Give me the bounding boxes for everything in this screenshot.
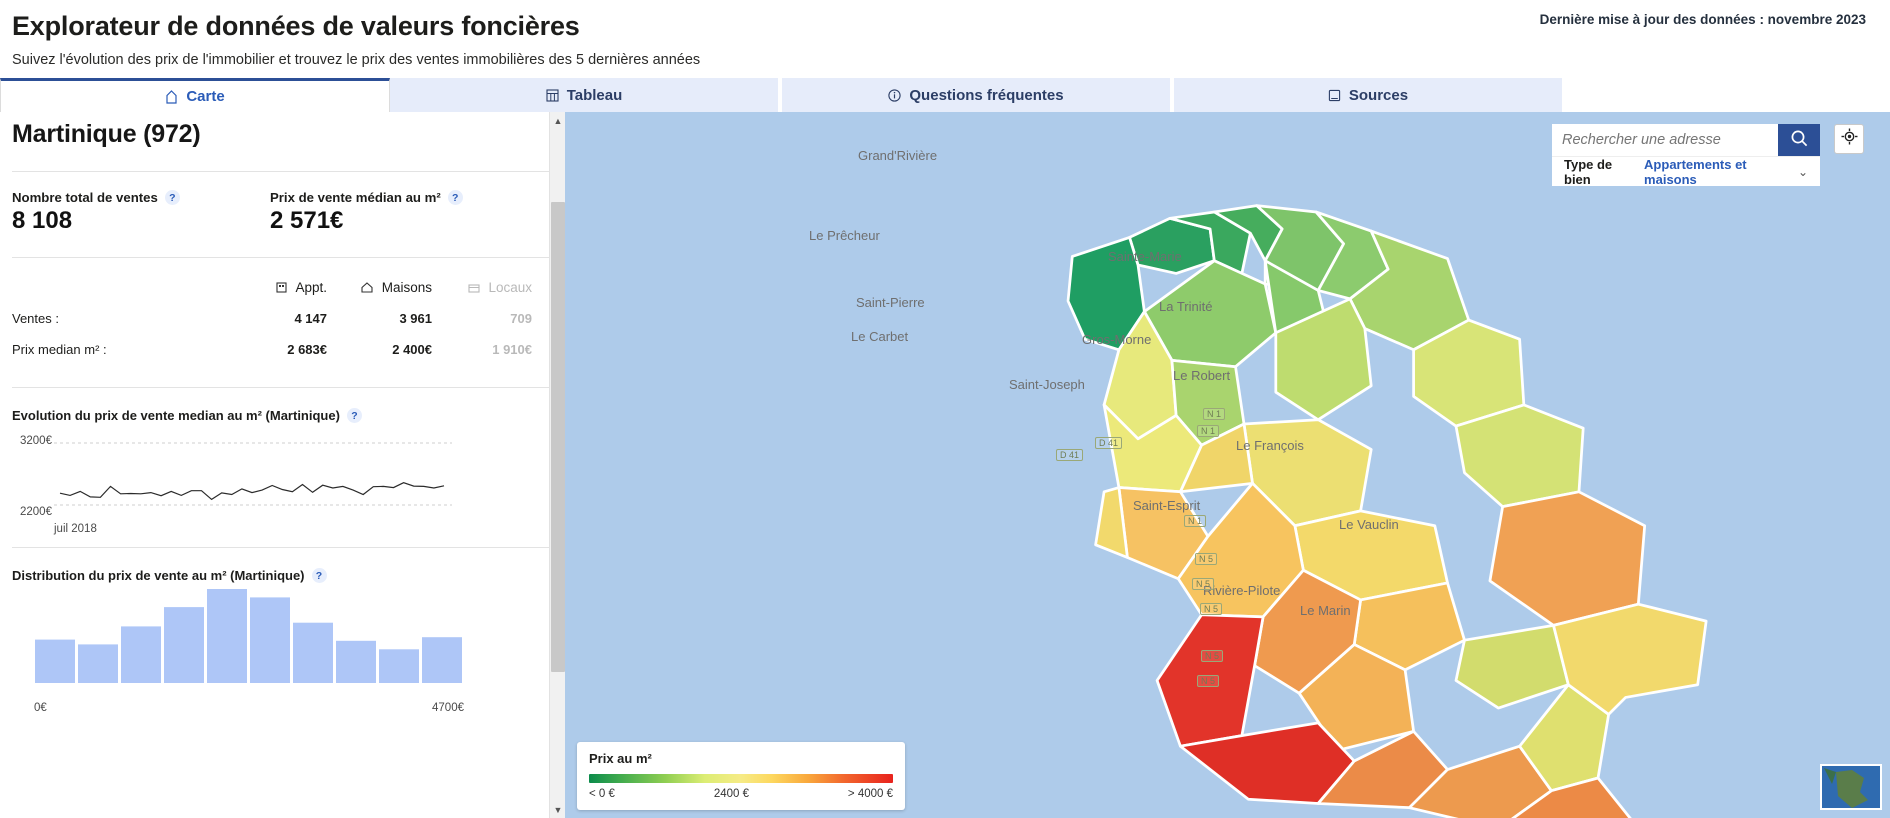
evolution-sparkline xyxy=(12,433,542,533)
evolution-y-top: 3200€ xyxy=(20,435,52,447)
page-header: Explorateur de données de valeurs fonciè… xyxy=(0,0,1890,78)
row-label-ventes: Ventes : xyxy=(12,303,227,334)
martinique-choropleth[interactable] xyxy=(565,112,1890,818)
legend-gradient-bar xyxy=(589,774,893,783)
scrollbar-thumb[interactable] xyxy=(551,202,565,672)
info-circle-icon xyxy=(888,89,901,102)
search-row xyxy=(1552,124,1820,156)
last-update-label: Dernière mise à jour des données : novem… xyxy=(1540,12,1866,27)
minimap-image xyxy=(1822,766,1882,810)
help-icon-total-sales[interactable]: ? xyxy=(165,190,180,205)
map-search-panel: Type de bien Appartements et maisons ⌄ xyxy=(1552,124,1820,186)
distribution-axis: 0€ 4700€ xyxy=(34,702,464,714)
evolution-chart: 3200€ 2200€ juil 2018 xyxy=(12,433,551,533)
divider xyxy=(12,171,551,172)
tab-questions-label: Questions fréquentes xyxy=(909,87,1063,104)
scroll-down-icon[interactable]: ▼ xyxy=(550,801,565,818)
divider xyxy=(12,547,551,548)
search-input[interactable] xyxy=(1552,124,1778,156)
map-pin-icon xyxy=(165,90,178,104)
evolution-chart-title: Evolution du prix de vente median au m² … xyxy=(12,408,551,423)
divider xyxy=(12,387,551,388)
geolocate-button[interactable] xyxy=(1834,124,1864,154)
ventes-appt: 4 147 xyxy=(227,303,327,334)
help-icon-median-price[interactable]: ? xyxy=(448,190,463,205)
col-locaux: Locaux xyxy=(432,272,532,303)
kpi-median-price-label: Prix de vente médian au m² xyxy=(270,190,441,205)
property-type-value: Appartements et maisons xyxy=(1644,157,1790,187)
book-icon xyxy=(1328,89,1341,102)
prix-median-appt: 2 683€ xyxy=(227,334,327,365)
map-view[interactable]: Grand'RivièreLe PrêcheurSaint-PierreLe C… xyxy=(565,112,1890,818)
col-maisons: Maisons xyxy=(327,272,432,303)
apartment-icon xyxy=(276,280,291,295)
legend-min: < 0 € xyxy=(589,788,615,800)
map-legend: Prix au m² < 0 € 2400 € > 4000 € xyxy=(577,742,905,810)
kpi-total-sales: Nombre total de ventes ? 8 108 xyxy=(12,190,270,235)
distribution-x-start: 0€ xyxy=(34,702,47,714)
distribution-chart: 0€ 4700€ xyxy=(12,583,551,714)
kpi-group: Nombre total de ventes ? 8 108 Prix de v… xyxy=(12,190,551,235)
property-type-label: Type de bien xyxy=(1564,157,1636,187)
tab-carte-label: Carte xyxy=(186,88,224,105)
tab-sources-label: Sources xyxy=(1349,87,1408,104)
col-empty xyxy=(12,272,227,303)
help-icon-distribution[interactable]: ? xyxy=(312,568,327,583)
distribution-histogram xyxy=(12,583,542,693)
search-button[interactable] xyxy=(1778,124,1820,156)
tab-sources[interactable]: Sources xyxy=(1174,78,1566,112)
house-icon xyxy=(361,280,377,295)
tab-bar: Carte Tableau Questions fréquentes Sourc… xyxy=(0,78,1890,112)
table-header-row: Appt. Maisons Locaux xyxy=(12,272,532,303)
legend-title: Prix au m² xyxy=(589,751,893,766)
kpi-total-sales-value: 8 108 xyxy=(12,207,270,235)
ventes-locaux: 709 xyxy=(432,303,532,334)
kpi-median-price-value: 2 571€ xyxy=(270,207,528,235)
prix-median-locaux: 1 910€ xyxy=(432,334,532,365)
legend-max: > 4000 € xyxy=(848,788,893,800)
chevron-down-icon[interactable]: ⌄ xyxy=(1798,165,1808,179)
distribution-chart-title: Distribution du prix de vente au m² (Mar… xyxy=(12,568,551,583)
distribution-x-end: 4700€ xyxy=(432,702,464,714)
table-row: Prix median m² : 2 683€ 2 400€ 1 910€ xyxy=(12,334,532,365)
help-icon-evolution[interactable]: ? xyxy=(347,408,362,423)
table-row: Ventes : 4 147 3 961 709 xyxy=(12,303,532,334)
col-appt: Appt. xyxy=(227,272,327,303)
main-content: Martinique (972) Nombre total de ventes … xyxy=(0,112,1890,818)
evolution-y-bottom: 2200€ xyxy=(20,506,52,518)
tab-questions-frequentes[interactable]: Questions fréquentes xyxy=(782,78,1174,112)
region-title: Martinique (972) xyxy=(12,120,551,149)
scroll-up-icon[interactable]: ▲ xyxy=(550,112,565,129)
kpi-median-price: Prix de vente médian au m² ? 2 571€ xyxy=(270,190,528,235)
kpi-total-sales-label: Nombre total de ventes xyxy=(12,190,158,205)
table-icon xyxy=(546,89,559,102)
property-type-selector[interactable]: Type de bien Appartements et maisons ⌄ xyxy=(1552,156,1820,186)
evolution-x-start: juil 2018 xyxy=(54,523,97,535)
divider xyxy=(12,257,551,258)
panel-scrollbar[interactable]: ▲ ▼ xyxy=(549,112,565,818)
search-icon xyxy=(1790,129,1809,151)
crosshair-icon xyxy=(1841,128,1858,150)
tab-carte[interactable]: Carte xyxy=(0,78,390,112)
legend-mid: 2400 € xyxy=(714,788,749,800)
store-icon xyxy=(468,280,484,295)
page-subtitle: Suivez l'évolution des prix de l'immobil… xyxy=(12,52,1870,68)
tab-tableau-label: Tableau xyxy=(567,87,623,104)
legend-labels: < 0 € 2400 € > 4000 € xyxy=(589,788,893,800)
row-label-prix-median: Prix median m² : xyxy=(12,334,227,365)
stats-panel: Martinique (972) Nombre total de ventes … xyxy=(0,112,565,818)
stats-table: Appt. Maisons Locaux xyxy=(12,272,532,365)
app-root: Explorateur de données de valeurs fonciè… xyxy=(0,0,1890,818)
tab-tableau[interactable]: Tableau xyxy=(390,78,782,112)
minimap-thumbnail[interactable] xyxy=(1820,764,1882,810)
ventes-maisons: 3 961 xyxy=(327,303,432,334)
prix-median-maisons: 2 400€ xyxy=(327,334,432,365)
